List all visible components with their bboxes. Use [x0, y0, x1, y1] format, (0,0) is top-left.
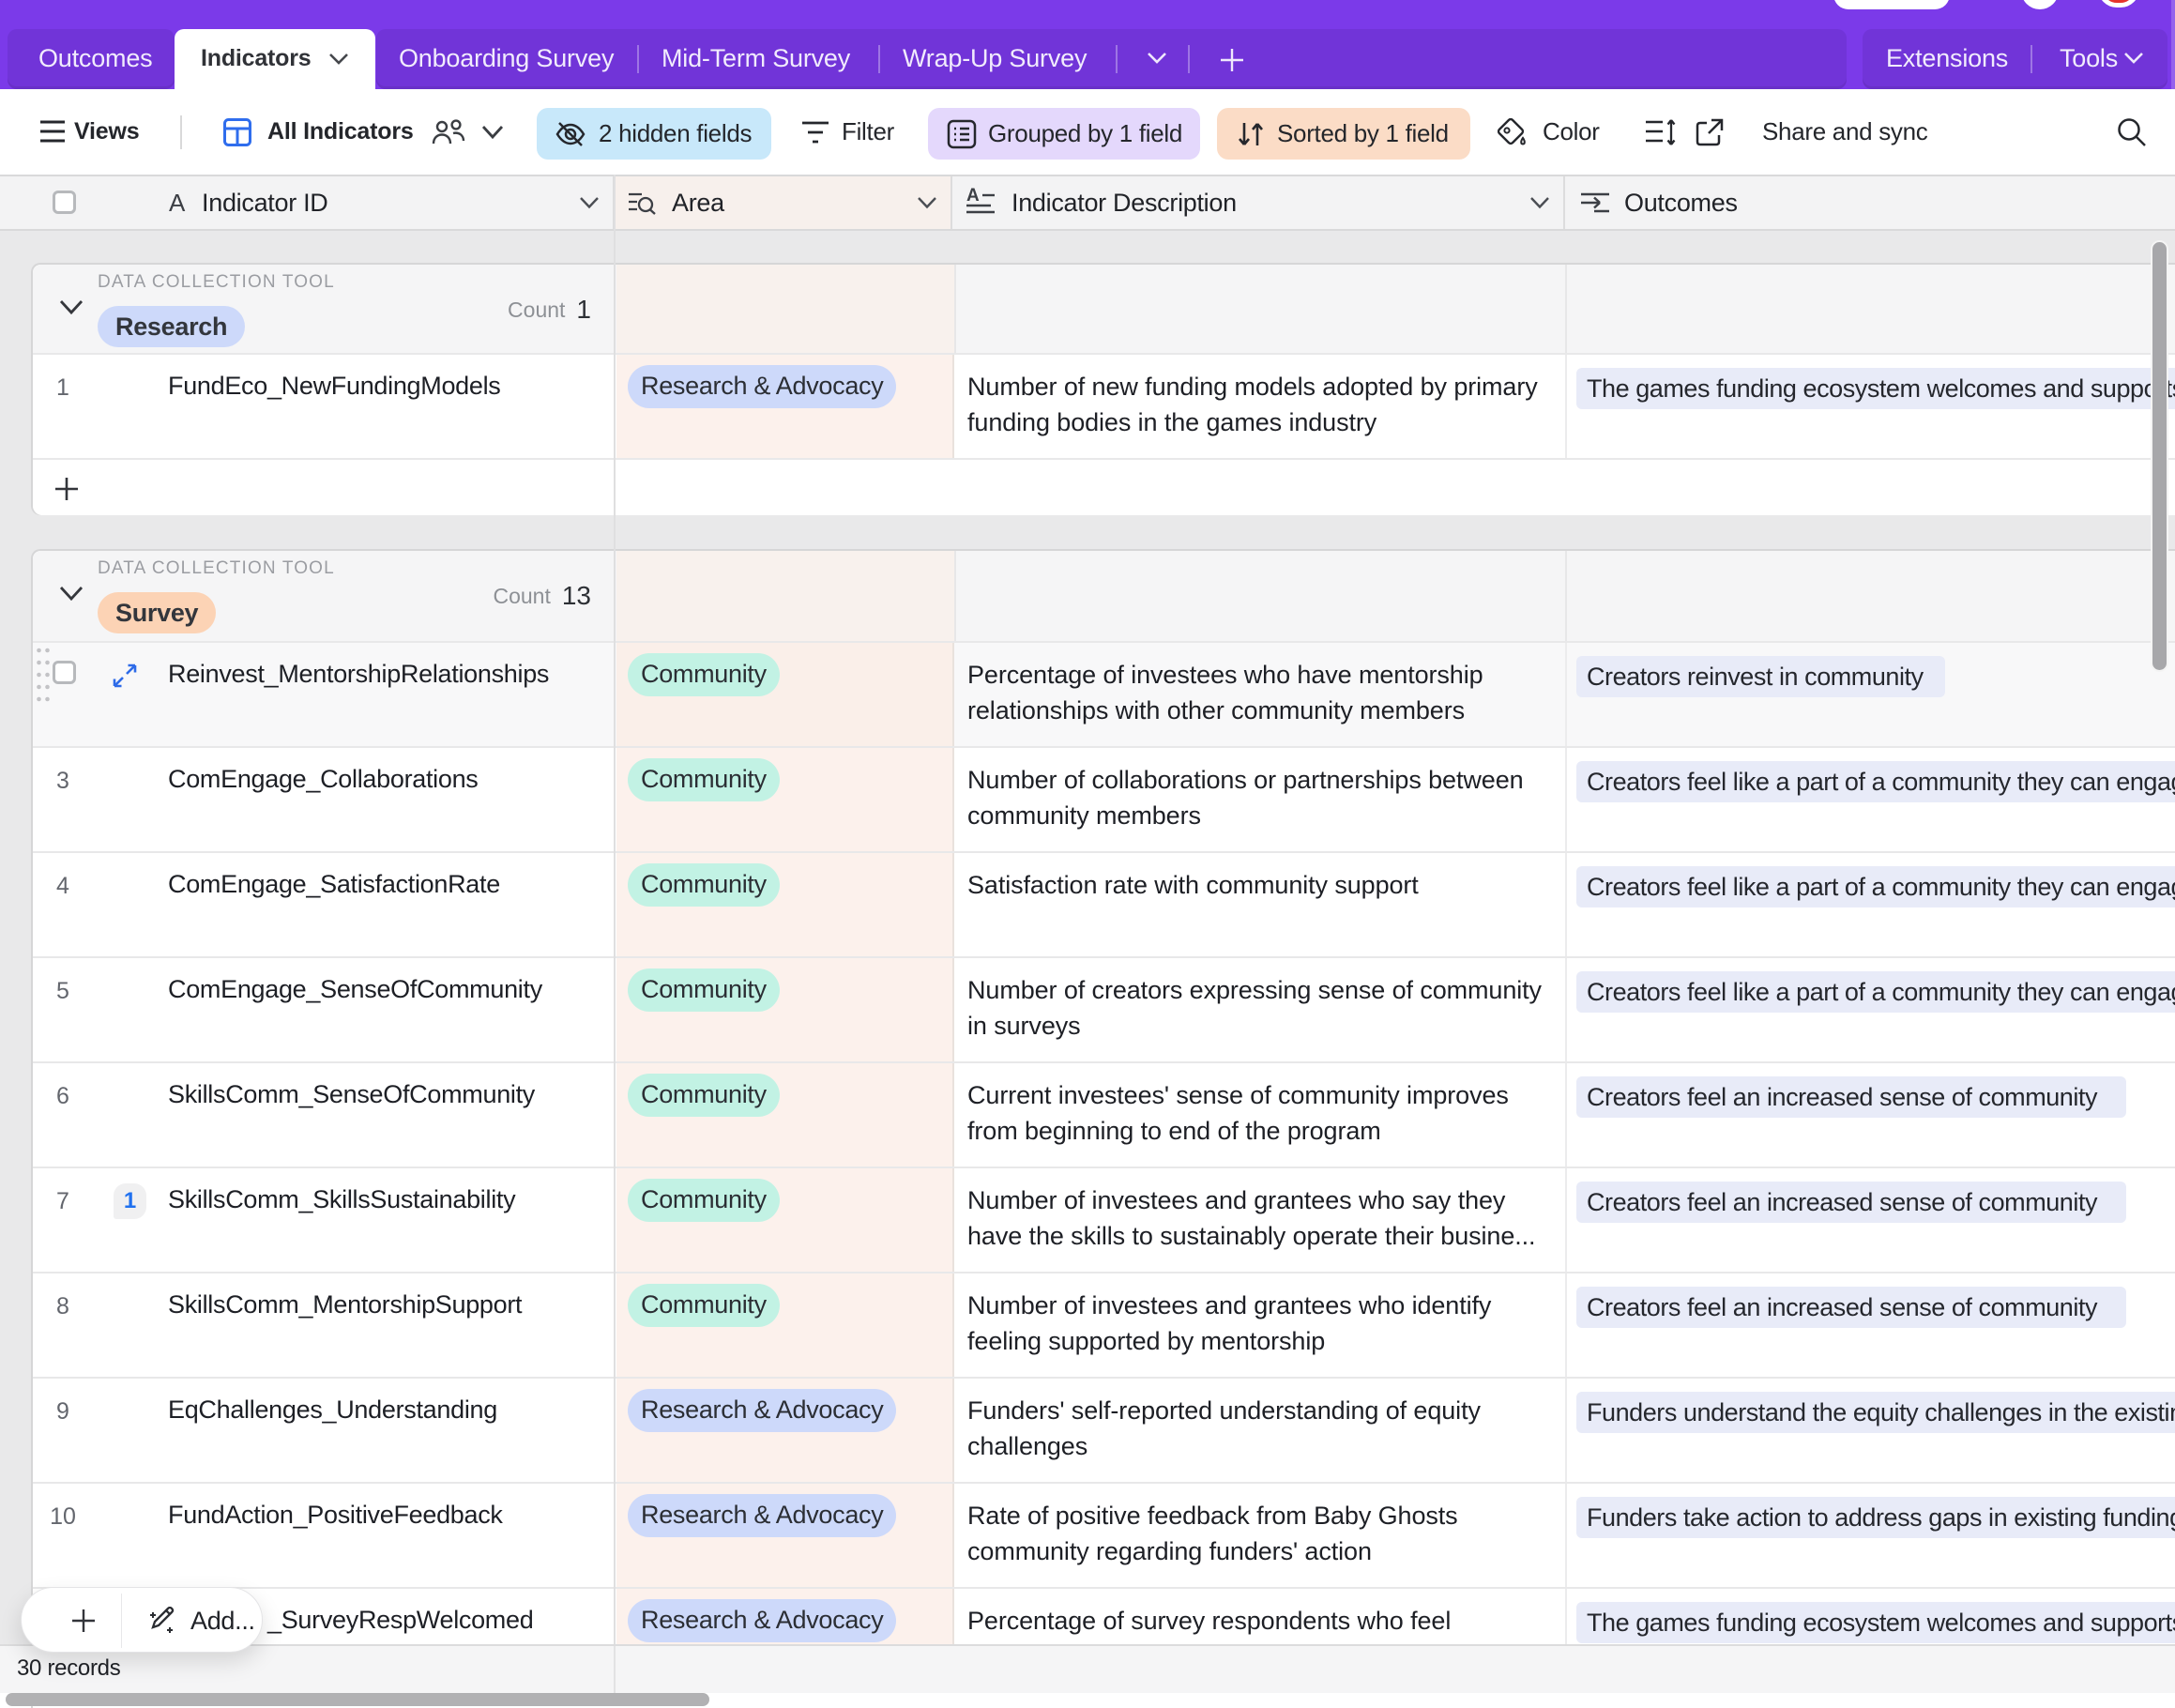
svg-text:A: A: [966, 188, 980, 206]
